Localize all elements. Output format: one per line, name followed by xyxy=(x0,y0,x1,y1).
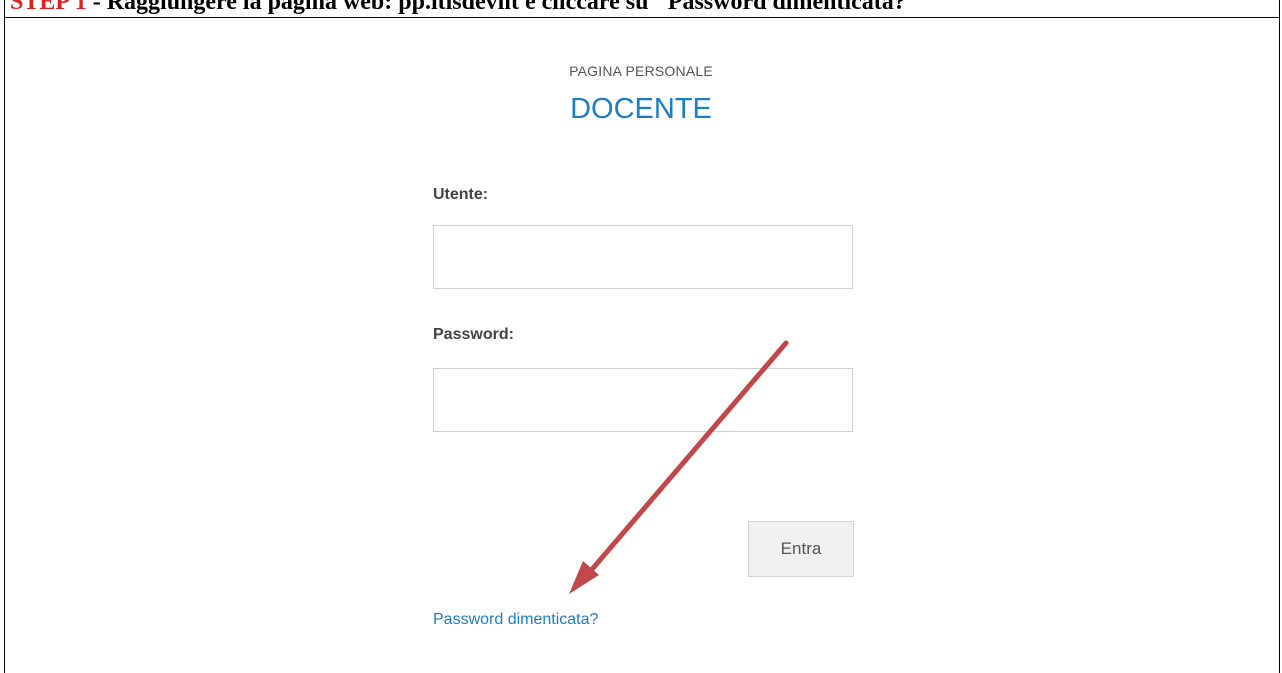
document-frame: STEP 1 - Raggiungere la pagina web: pp.i… xyxy=(0,0,1282,673)
username-input[interactable] xyxy=(433,225,853,289)
password-label: Password: xyxy=(433,326,514,343)
step-label: STEP 1 xyxy=(10,0,87,15)
step-instruction-text: - Raggiungere la pagina web: pp.itisdevi… xyxy=(86,0,920,15)
login-submit-button[interactable]: Entra xyxy=(748,521,854,577)
forgot-password-link[interactable]: Password dimenticata? xyxy=(433,611,598,629)
frame-border-top xyxy=(4,17,1280,18)
page-title: DOCENTE xyxy=(570,93,712,125)
username-label: Utente: xyxy=(433,186,489,203)
password-input[interactable] xyxy=(433,368,853,432)
step-instruction-banner: STEP 1 - Raggiungere la pagina web: pp.i… xyxy=(10,0,919,16)
page-subtitle: PAGINA PERSONALE xyxy=(569,63,713,79)
